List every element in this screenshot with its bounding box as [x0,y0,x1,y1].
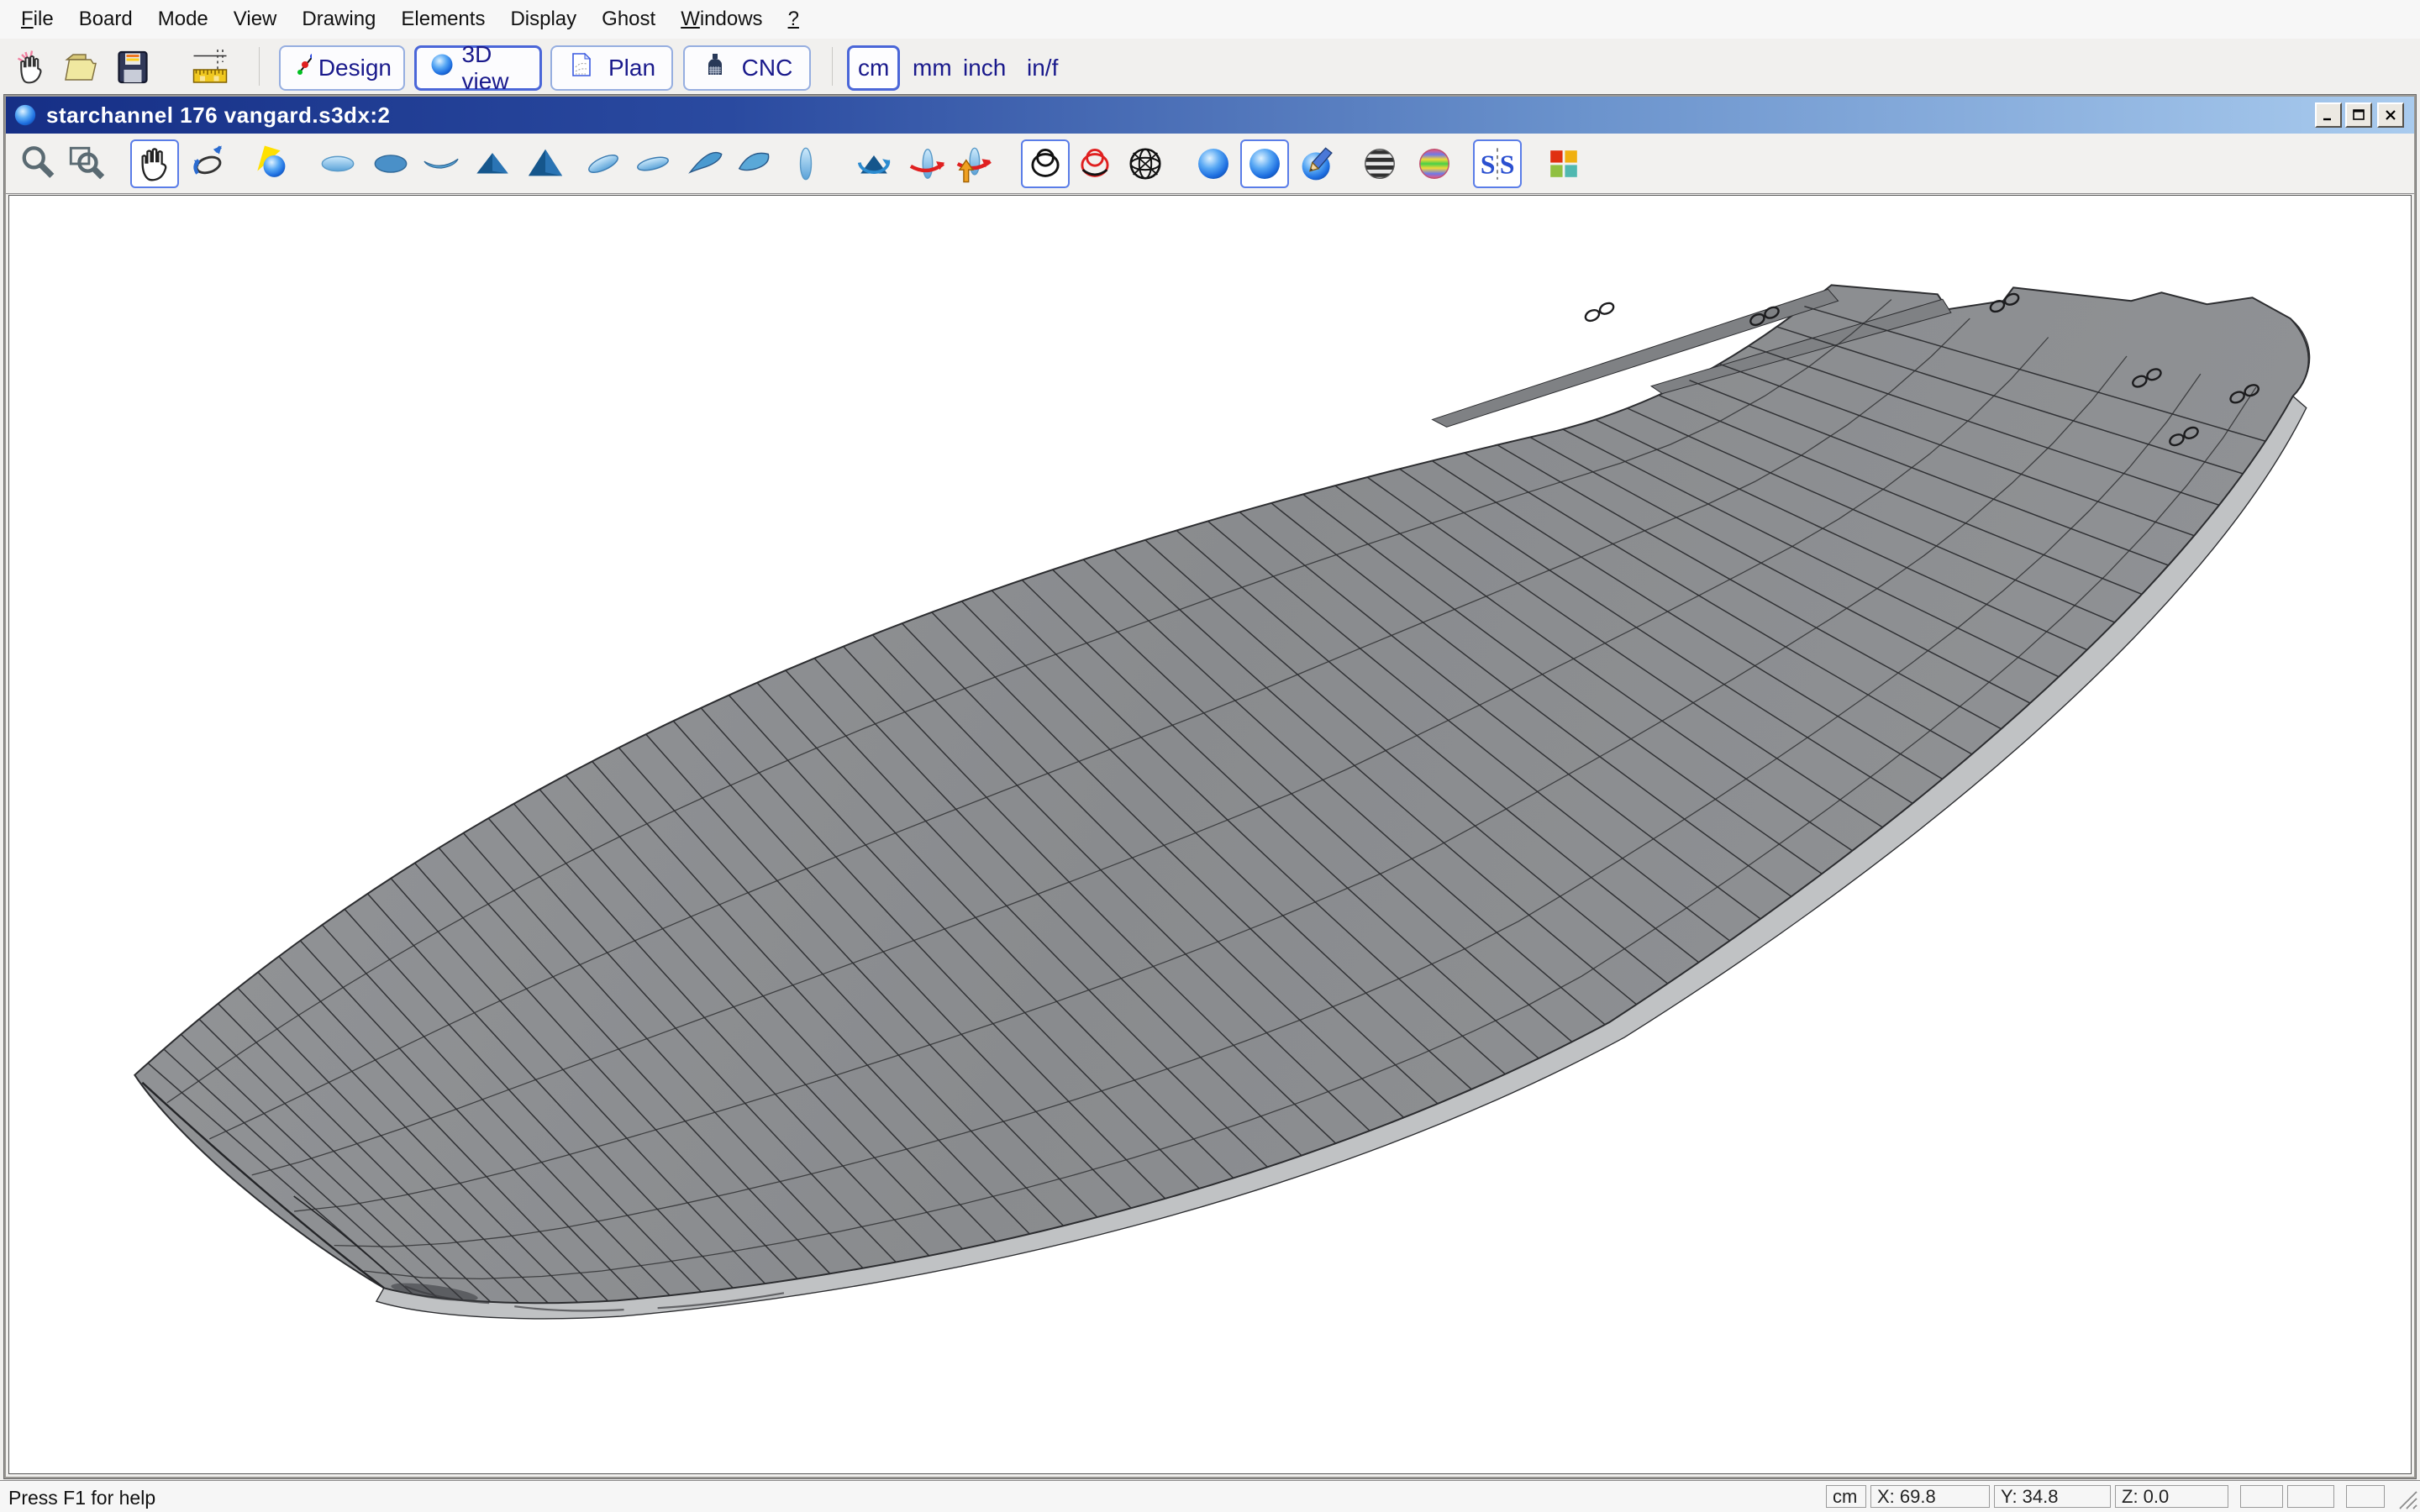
status-x: X: 69.8 [1870,1485,1990,1508]
plan-button[interactable]: Plan [550,45,673,91]
wireframe-slices-red-icon[interactable] [1071,139,1119,188]
minimize-button[interactable] [2315,102,2342,128]
status-z: Z: 0.0 [2115,1485,2228,1508]
mesh-sphere-icon[interactable] [1121,139,1170,188]
window-title: starchannel 176 vangard.s3dx:2 [46,102,391,129]
spin-flip-board-icon[interactable] [948,139,997,188]
top-view-filled-icon[interactable] [366,139,415,188]
perspective-wedge-1-icon[interactable] [681,139,730,188]
front-view-icon[interactable] [781,139,830,188]
zoom-area-icon[interactable] [62,139,111,188]
menu-elements[interactable]: Elements [388,3,497,36]
menu-drawing[interactable]: Drawing [289,3,388,36]
document-window: starchannel 176 vangard.s3dx:2 [4,95,2416,1478]
unit-cm[interactable]: cm [847,45,900,91]
board-3d-render [9,196,2411,1473]
deck-view-icon[interactable] [521,139,570,188]
wireframe-slices-icon[interactable] [1021,139,1070,188]
menu-view[interactable]: View [221,3,290,36]
menu-file[interactable]: File [8,3,66,36]
rotate-view-icon[interactable] [850,139,898,188]
paint-surface-icon[interactable] [1294,139,1343,188]
perspective-lens-2-icon[interactable] [629,139,677,188]
spin-board-icon[interactable] [903,139,952,188]
perspective-wedge-2-icon[interactable] [729,139,778,188]
main-toolbar: Design3D viewPlanCNC cmmminchin/f [0,39,2420,95]
rocker-view-icon[interactable] [417,139,466,188]
curvature-map-icon[interactable] [1410,139,1459,188]
symmetry-icon[interactable] [1473,139,1522,188]
menu-mode[interactable]: Mode [145,3,221,36]
status-extra-1 [2240,1485,2283,1508]
pan-hand-icon[interactable] [130,139,179,188]
cnc-button[interactable]: CNC [683,45,811,91]
menu-windows[interactable]: Windows [668,3,775,36]
measure-icon[interactable] [190,47,230,87]
application-window: FileBoardModeViewDrawingElementsDisplayG… [0,0,2420,1512]
status-extra-2 [2287,1485,2334,1508]
app-sphere-icon [13,102,38,128]
menu-ghost[interactable]: Ghost [589,3,668,36]
canvas-3d-view[interactable] [8,195,2412,1474]
light-direction-icon[interactable] [249,139,297,188]
window-titlebar[interactable]: starchannel 176 vangard.s3dx:2 [6,97,2414,134]
rotate-3d-icon[interactable] [184,139,233,188]
top-view-outline-icon[interactable] [313,139,362,188]
menu-bar: FileBoardModeViewDrawingElementsDisplayG… [0,0,2420,39]
zebra-stripes-icon[interactable] [1355,139,1404,188]
window-colors-icon[interactable] [1539,139,1588,188]
wizard-hand-icon[interactable] [12,47,52,87]
render-solid-2-icon[interactable] [1240,139,1289,188]
perspective-lens-1-icon[interactable] [579,139,628,188]
unit-in-f[interactable]: in/f [1018,45,1066,91]
view-3d-button[interactable]: 3D view [414,45,542,91]
open-folder-icon[interactable] [60,47,101,87]
menu-display[interactable]: Display [497,3,589,36]
save-icon[interactable] [113,47,153,87]
unit-mm[interactable]: mm [904,45,960,91]
toolbar-separator [259,47,260,86]
menu-help[interactable]: ? [776,3,812,36]
view-toolbar [6,134,2414,194]
status-bar: Press F1 for help cmX: 69.8Y: 34.8Z: 0.0 [0,1480,2420,1512]
toolbar-separator [832,47,833,86]
menu-board[interactable]: Board [66,3,145,36]
render-solid-icon[interactable] [1189,139,1238,188]
bottom-view-icon[interactable] [468,139,517,188]
status-extra-3 [2346,1485,2385,1508]
status-unit: cm [1826,1485,1866,1508]
status-help-text: Press F1 for help [8,1487,155,1509]
zoom-icon[interactable] [14,139,63,188]
unit-inch[interactable]: inch [955,45,1014,91]
resize-grip[interactable] [2393,1485,2418,1510]
maximize-button[interactable] [2345,102,2372,128]
status-y: Y: 34.8 [1994,1485,2111,1508]
design-button[interactable]: Design [279,45,405,91]
close-button[interactable] [2377,102,2404,128]
